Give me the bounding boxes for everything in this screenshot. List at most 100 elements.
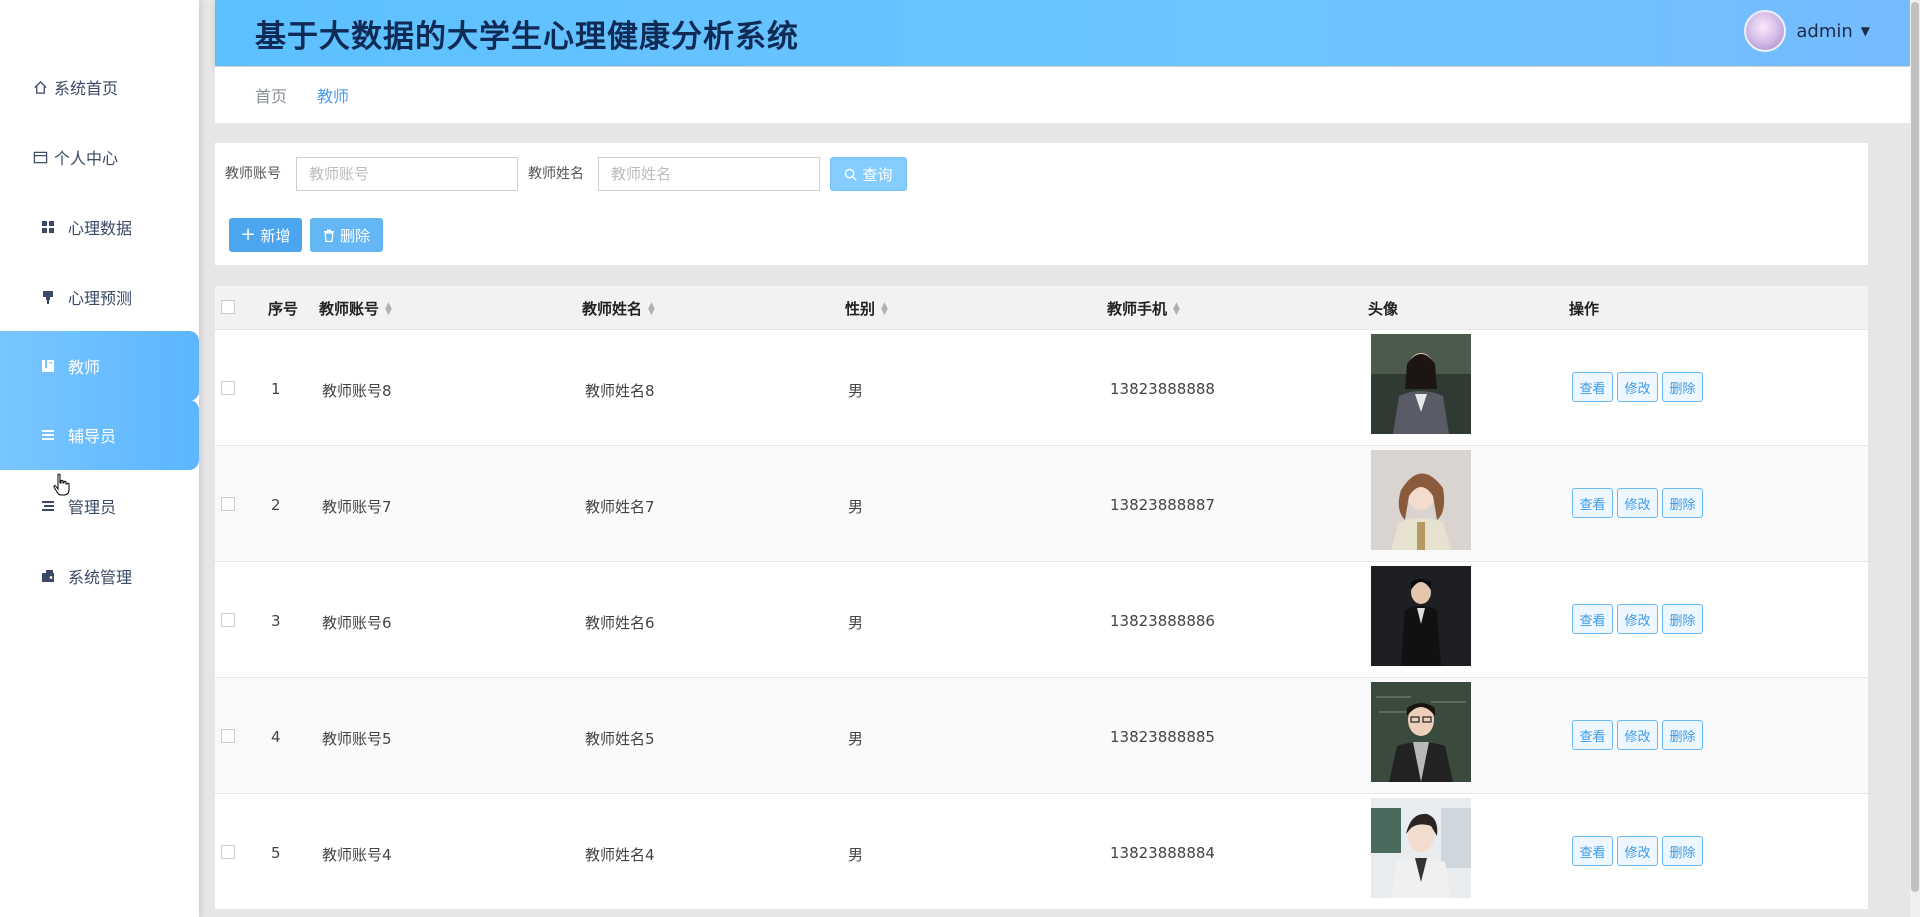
sidebar-item-label: 心理预测 — [68, 289, 133, 308]
breadcrumb-current: 教师 — [317, 87, 350, 106]
sidebar-item-profile[interactable]: 个人中心 — [0, 122, 199, 192]
sidebar-item-label: 个人中心 — [54, 149, 119, 168]
row-actions: 查看 修改 删除 — [1572, 720, 1703, 750]
sidebar-item-label: 系统管理 — [68, 568, 133, 587]
sidebar-item-home[interactable]: 系统首页 — [0, 52, 199, 122]
table-row: 3 教师账号6 教师姓名6 男 13823888886 查看 修改 删除 — [215, 561, 1868, 677]
search-icon — [844, 168, 858, 181]
query-label: 查询 — [862, 165, 893, 184]
view-button[interactable]: 查看 — [1572, 720, 1613, 750]
header-account[interactable]: 教师账号 ▲ ▼ — [319, 298, 392, 319]
sidebar-item-admin[interactable]: 管理员 — [0, 471, 199, 541]
name-input[interactable] — [598, 157, 820, 191]
delete-button[interactable]: 删除 — [1662, 488, 1703, 518]
sidebar: 系统首页 个人中心 心理数据 心理预测 教师 辅导员 管理员 系统管理 — [0, 0, 199, 917]
edit-button[interactable]: 修改 — [1617, 720, 1658, 750]
breadcrumb-home[interactable]: 首页 — [255, 83, 287, 107]
view-button[interactable]: 查看 — [1572, 604, 1613, 634]
batch-delete-button[interactable]: 删除 — [310, 218, 383, 252]
row-gender: 男 — [848, 498, 864, 516]
header-name[interactable]: 教师姓名 ▲ ▼ — [582, 298, 655, 319]
header-gender[interactable]: 性别 ▲ ▼ — [845, 298, 888, 319]
app-title: 基于大数据的大学生心理健康分析系统 — [255, 19, 799, 55]
add-label: 新增 — [260, 226, 291, 245]
row-checkbox[interactable] — [221, 381, 235, 395]
name-label: 教师姓名 — [528, 166, 584, 182]
row-account: 教师账号8 — [322, 382, 392, 400]
view-button[interactable]: 查看 — [1572, 488, 1613, 518]
header-phone-label: 教师手机 — [1107, 300, 1168, 318]
delete-button[interactable]: 删除 — [1662, 720, 1703, 750]
row-name: 教师姓名4 — [585, 846, 655, 864]
sort-icon[interactable]: ▲ ▼ — [881, 301, 888, 316]
row-checkbox[interactable] — [221, 613, 235, 627]
row-actions: 查看 修改 删除 — [1572, 836, 1703, 866]
edit-button[interactable]: 修改 — [1617, 488, 1658, 518]
sidebar-item-label: 系统首页 — [54, 79, 119, 98]
row-index: 1 — [271, 380, 281, 398]
row-phone: 13823888886 — [1110, 612, 1215, 630]
row-account: 教师账号4 — [322, 846, 392, 864]
sidebar-item-system-manage[interactable]: 系统管理 — [0, 541, 199, 611]
row-phone: 13823888884 — [1110, 844, 1215, 862]
view-button[interactable]: 查看 — [1572, 836, 1613, 866]
row-gender: 男 — [848, 730, 864, 748]
header-index: 序号 — [268, 300, 299, 318]
row-checkbox[interactable] — [221, 497, 235, 511]
row-account: 教师账号5 — [322, 730, 392, 748]
row-phone: 13823888885 — [1110, 728, 1215, 746]
card-icon — [32, 149, 48, 165]
row-name: 教师姓名8 — [585, 382, 655, 400]
table-row: 2 教师账号7 教师姓名7 男 13823888887 查看 修改 删除 — [215, 445, 1868, 561]
header-phone[interactable]: 教师手机 ▲ ▼ — [1107, 298, 1180, 319]
view-button[interactable]: 查看 — [1572, 372, 1613, 402]
edit-button[interactable]: 修改 — [1617, 604, 1658, 634]
delete-button[interactable]: 删除 — [1662, 372, 1703, 402]
pin-icon — [40, 289, 56, 305]
sort-icon[interactable]: ▲ ▼ — [1173, 301, 1180, 316]
header-account-label: 教师账号 — [319, 300, 380, 318]
query-button[interactable]: 查询 — [830, 157, 907, 191]
add-button[interactable]: + 新增 — [229, 218, 302, 252]
settings-icon — [40, 568, 56, 584]
header-actions: 操作 — [1569, 300, 1600, 318]
edit-button[interactable]: 修改 — [1617, 372, 1658, 402]
delete-button[interactable]: 删除 — [1662, 836, 1703, 866]
row-index: 4 — [271, 728, 281, 746]
sort-icon[interactable]: ▲ ▼ — [648, 301, 655, 316]
caret-down-icon[interactable]: ▼ — [1861, 24, 1870, 38]
row-name: 教师姓名6 — [585, 614, 655, 632]
top-header: 基于大数据的大学生心理健康分析系统 admin ▼ — [215, 0, 1910, 66]
teacher-photo[interactable] — [1371, 682, 1471, 782]
sidebar-item-counselor[interactable]: 辅导员 — [0, 400, 199, 470]
teacher-photo[interactable] — [1371, 450, 1471, 550]
sidebar-item-psych-data[interactable]: 心理数据 — [0, 192, 199, 262]
row-index: 3 — [271, 612, 281, 630]
row-account: 教师账号6 — [322, 614, 392, 632]
book-icon — [40, 358, 56, 374]
delete-button[interactable]: 删除 — [1662, 604, 1703, 634]
row-checkbox[interactable] — [221, 729, 235, 743]
teacher-photo[interactable] — [1371, 566, 1471, 666]
row-actions: 查看 修改 删除 — [1572, 488, 1703, 518]
teacher-photo[interactable] — [1371, 798, 1471, 898]
sidebar-item-psych-predict[interactable]: 心理预测 — [0, 262, 199, 332]
sidebar-item-label: 教师 — [68, 358, 101, 377]
select-all-checkbox[interactable] — [221, 300, 235, 314]
sort-icon[interactable]: ▲ ▼ — [385, 301, 392, 316]
header-name-label: 教师姓名 — [582, 300, 643, 318]
user-menu[interactable]: admin ▼ — [1744, 10, 1870, 52]
page-scrollbar[interactable] — [1910, 0, 1920, 917]
account-input[interactable] — [296, 157, 518, 191]
table-row: 4 教师账号5 教师姓名5 男 13823888885 查看 修改 删除 — [215, 677, 1868, 793]
plus-icon: + — [240, 224, 256, 245]
scrollbar-thumb[interactable] — [1911, 2, 1919, 892]
avatar[interactable] — [1744, 10, 1787, 52]
row-checkbox[interactable] — [221, 845, 235, 859]
sidebar-item-label: 心理数据 — [68, 219, 133, 238]
sidebar-item-teacher[interactable]: 教师 — [0, 331, 199, 401]
edit-button[interactable]: 修改 — [1617, 836, 1658, 866]
user-name[interactable]: admin — [1796, 21, 1852, 42]
sidebar-item-label: 管理员 — [68, 498, 117, 517]
teacher-photo[interactable] — [1371, 334, 1471, 434]
